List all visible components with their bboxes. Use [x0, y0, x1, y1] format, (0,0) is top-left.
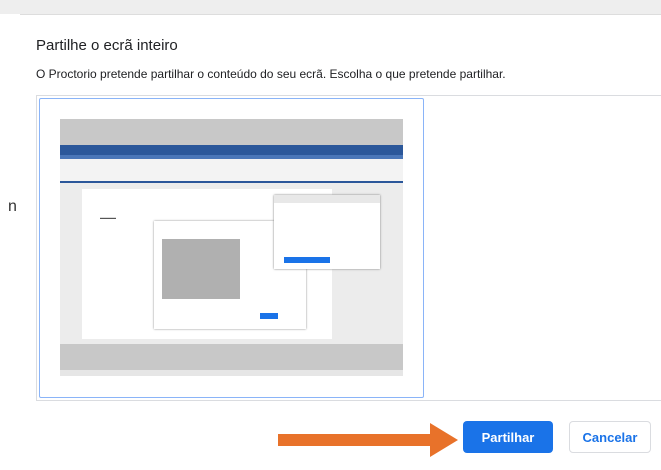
- share-screen-dialog: Partilhe o ecrã inteiro O Proctorio pret…: [20, 15, 661, 470]
- thumbnail-page-text: ▬▬▬▬: [100, 215, 116, 220]
- browser-top-bar: [0, 0, 661, 15]
- thumbnail-word-window: ▬▬▬▬: [60, 145, 403, 376]
- background-page-text: n: [8, 198, 17, 215]
- cancel-button[interactable]: Cancelar: [569, 421, 651, 453]
- screen-thumbnail: ▬▬▬▬: [60, 119, 403, 376]
- background-page: n: [0, 14, 20, 470]
- share-button[interactable]: Partilhar: [463, 421, 553, 453]
- dialog-title: Partilhe o ecrã inteiro: [36, 37, 178, 54]
- dialog-description: O Proctorio pretende partilhar o conteúd…: [36, 67, 506, 81]
- screen-source-list: ▬▬▬▬: [36, 95, 661, 401]
- thumbnail-ribbon: [60, 145, 403, 183]
- arrow-right-icon: [278, 423, 458, 457]
- thumbnail-popup: [274, 195, 380, 269]
- screen-source-tile[interactable]: ▬▬▬▬: [39, 98, 424, 398]
